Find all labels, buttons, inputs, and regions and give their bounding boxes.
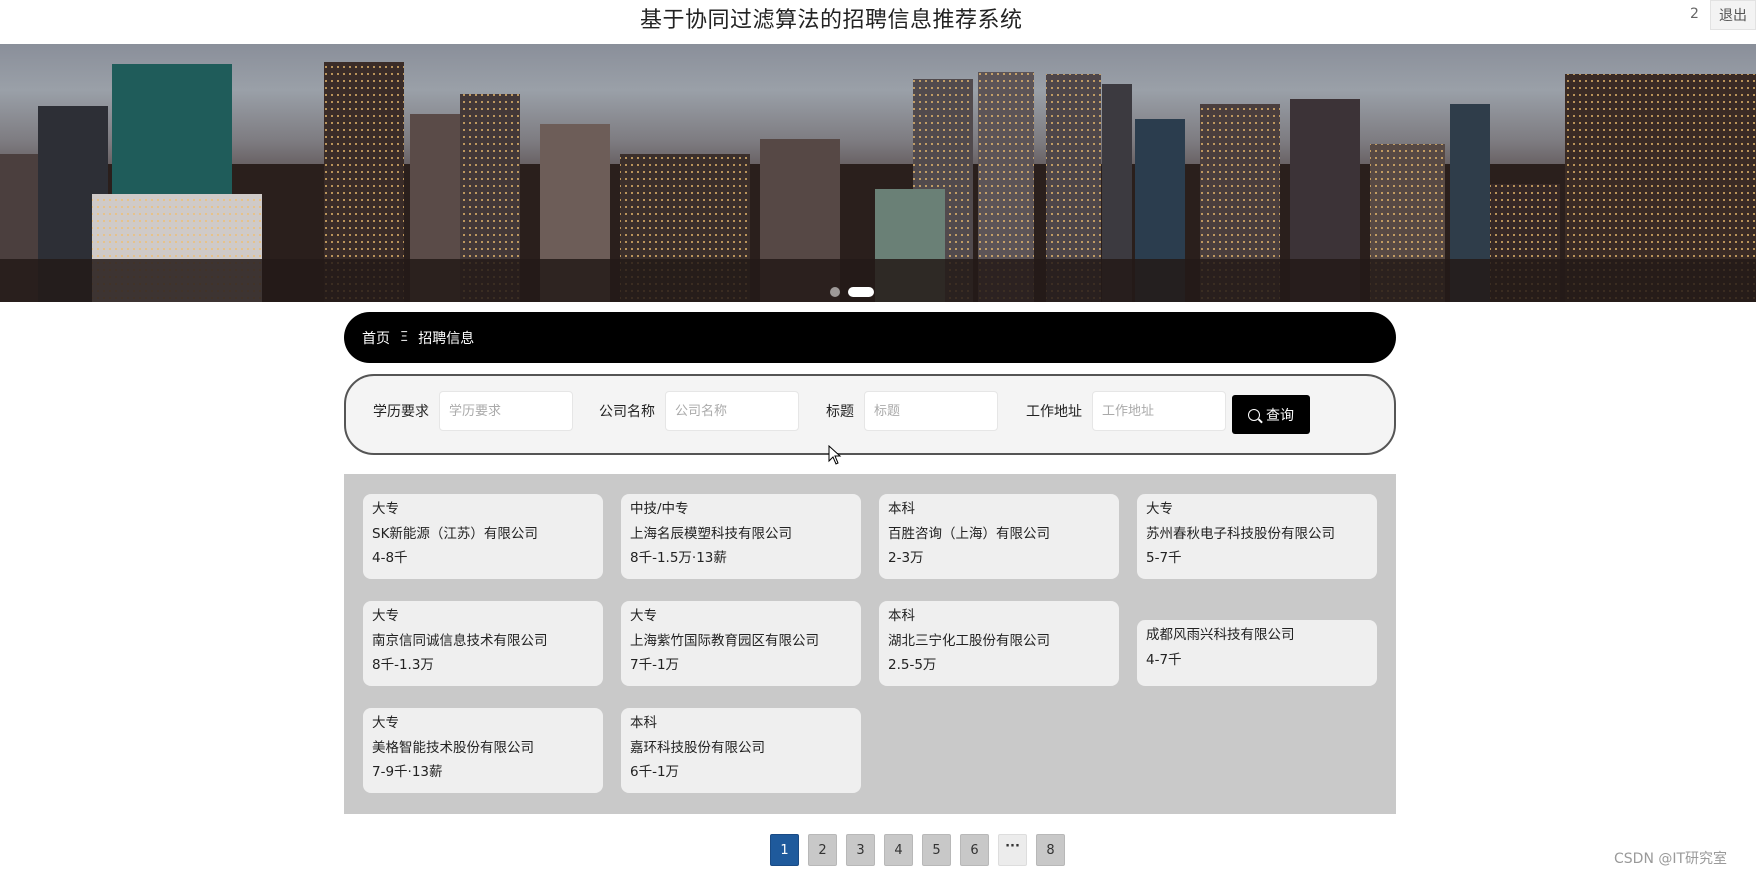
search-icon bbox=[1248, 408, 1260, 421]
company-label: 公司名称 bbox=[599, 404, 655, 420]
mouse-cursor-icon bbox=[828, 445, 842, 465]
breadcrumb: 首页 Ξ 招聘信息 bbox=[344, 312, 1396, 363]
job-card[interactable]: 大专 美格智能技术股份有限公司 7-9千·13薪 bbox=[363, 708, 603, 793]
job-salary: 4-7千 bbox=[1146, 651, 1182, 668]
page-button-4[interactable]: 4 bbox=[884, 834, 913, 866]
logout-button[interactable]: 退出 bbox=[1710, 0, 1756, 30]
job-company: 苏州春秋电子科技股份有限公司 bbox=[1146, 525, 1335, 542]
company-filter: 公司名称 bbox=[599, 390, 799, 432]
title-filter: 标题 bbox=[826, 390, 998, 432]
job-card[interactable]: 大专 SK新能源（江苏）有限公司 4-8千 bbox=[363, 494, 603, 579]
city-skyline-image bbox=[0, 62, 1756, 302]
job-salary: 5-7千 bbox=[1146, 550, 1182, 566]
page-button-1[interactable]: 1 bbox=[770, 834, 799, 866]
job-salary: 6千-1万 bbox=[630, 764, 680, 780]
job-education: 本科 bbox=[630, 715, 657, 731]
company-input[interactable] bbox=[665, 391, 799, 431]
job-salary: 7-9千·13薪 bbox=[372, 764, 443, 780]
job-salary: 2-3万 bbox=[888, 550, 924, 566]
breadcrumb-home[interactable]: 首页 bbox=[362, 328, 390, 348]
breadcrumb-current: 招聘信息 bbox=[418, 330, 475, 347]
job-education: 本科 bbox=[888, 501, 915, 517]
query-button-label: 查询 bbox=[1266, 407, 1294, 424]
top-bar: 基于协同过滤算法的招聘信息推荐系统 2 退出 bbox=[0, 0, 1756, 44]
job-card[interactable]: 大专 上海紫竹国际教育园区有限公司 7千-1万 bbox=[621, 601, 861, 686]
job-list: 大专 SK新能源（江苏）有限公司 4-8千 中技/中专 上海名辰模塑科技有限公司… bbox=[344, 474, 1396, 814]
pagination: 1 2 3 4 5 6 ··· 8 bbox=[770, 834, 1065, 866]
job-company: 上海名辰模塑科技有限公司 bbox=[630, 525, 792, 542]
job-card[interactable]: 成都风雨兴科技有限公司 4-7千 bbox=[1137, 620, 1377, 686]
job-company: 南京信同诚信息技术有限公司 bbox=[372, 632, 548, 649]
banner-carousel bbox=[0, 44, 1756, 302]
job-company: 百胜咨询（上海）有限公司 bbox=[888, 525, 1050, 542]
address-label: 工作地址 bbox=[1026, 404, 1082, 420]
carousel-dot[interactable] bbox=[830, 287, 840, 297]
breadcrumb-separator-icon: Ξ bbox=[400, 330, 409, 345]
user-id: 2 bbox=[1690, 6, 1699, 22]
carousel-dot-active[interactable] bbox=[848, 287, 874, 297]
job-card[interactable]: 本科 嘉环科技股份有限公司 6千-1万 bbox=[621, 708, 861, 793]
search-form: 学历要求 公司名称 标题 工作地址 查询 bbox=[344, 374, 1396, 455]
address-input[interactable] bbox=[1092, 391, 1226, 431]
job-company: SK新能源（江苏）有限公司 bbox=[372, 525, 538, 542]
job-card[interactable]: 本科 百胜咨询（上海）有限公司 2-3万 bbox=[879, 494, 1119, 579]
job-company: 美格智能技术股份有限公司 bbox=[372, 739, 534, 756]
page-button-6[interactable]: 6 bbox=[960, 834, 989, 866]
job-education: 大专 bbox=[1146, 501, 1173, 517]
query-button[interactable]: 查询 bbox=[1232, 395, 1310, 434]
job-card[interactable]: 大专 南京信同诚信息技术有限公司 8千-1.3万 bbox=[363, 601, 603, 686]
title-input[interactable] bbox=[864, 391, 998, 431]
job-education: 大专 bbox=[372, 715, 399, 731]
carousel-indicators bbox=[830, 287, 874, 297]
job-salary: 8千-1.3万 bbox=[372, 657, 434, 673]
job-card[interactable]: 中技/中专 上海名辰模塑科技有限公司 8千-1.5万·13薪 bbox=[621, 494, 861, 579]
job-education: 大专 bbox=[372, 608, 399, 624]
job-salary: 2.5-5万 bbox=[888, 657, 937, 673]
title-label: 标题 bbox=[826, 404, 854, 420]
job-education: 大专 bbox=[372, 501, 399, 517]
job-company: 嘉环科技股份有限公司 bbox=[630, 739, 765, 756]
education-filter: 学历要求 bbox=[373, 390, 573, 432]
page-button-2[interactable]: 2 bbox=[808, 834, 837, 866]
education-label: 学历要求 bbox=[373, 404, 429, 420]
job-company: 湖北三宁化工股份有限公司 bbox=[888, 632, 1050, 649]
job-education: 中技/中专 bbox=[630, 501, 689, 517]
watermark: CSDN @IT研究室 bbox=[1614, 851, 1728, 867]
job-salary: 4-8千 bbox=[372, 550, 408, 566]
page-title: 基于协同过滤算法的招聘信息推荐系统 bbox=[640, 8, 1023, 33]
job-card[interactable]: 大专 苏州春秋电子科技股份有限公司 5-7千 bbox=[1137, 494, 1377, 579]
education-input[interactable] bbox=[439, 391, 573, 431]
job-card[interactable]: 本科 湖北三宁化工股份有限公司 2.5-5万 bbox=[879, 601, 1119, 686]
address-filter: 工作地址 bbox=[1026, 390, 1226, 432]
job-company: 上海紫竹国际教育园区有限公司 bbox=[630, 632, 819, 649]
job-salary: 7千-1万 bbox=[630, 657, 680, 673]
page-button-5[interactable]: 5 bbox=[922, 834, 951, 866]
page-button-3[interactable]: 3 bbox=[846, 834, 875, 866]
job-company: 成都风雨兴科技有限公司 bbox=[1146, 627, 1295, 643]
job-education: 大专 bbox=[630, 608, 657, 624]
page-button-8[interactable]: 8 bbox=[1036, 834, 1065, 866]
job-education: 本科 bbox=[888, 608, 915, 624]
job-salary: 8千-1.5万·13薪 bbox=[630, 550, 727, 566]
page-ellipsis[interactable]: ··· bbox=[998, 834, 1027, 866]
